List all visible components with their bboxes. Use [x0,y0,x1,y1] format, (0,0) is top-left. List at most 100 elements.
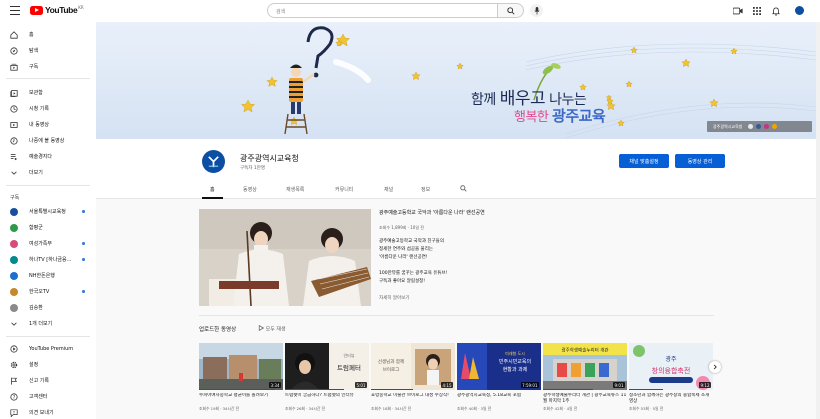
tab-videos[interactable]: 동영상 [243,186,257,193]
video-card[interactable]: 미래형 도시 민주시민교육의 현황과 과제 7:59:01 광주광역시교육청, … [457,343,541,412]
sidebar-item-history[interactable]: 시청 기록 [0,102,96,115]
video-meta: 조회수 53회 · 5일 전 [629,406,664,411]
apps-button[interactable] [752,6,762,16]
carousel-next-button[interactable] [709,361,721,373]
tab-playlists[interactable]: 재생목록 [286,186,304,193]
sidebar-sub-item[interactable]: NH한돈은행 [0,269,96,282]
sidebar-item-explore[interactable]: 탐색 [0,44,96,57]
video-card[interactable]: 광주학생예술누리터 개관 9:01 광주학생예술누리터 개관 | 광주교육뉴스 … [543,343,627,412]
play-all-label: 모두 재생 [265,326,286,333]
youtube-premium-icon [10,344,18,353]
sidebar-item-label: 여성가족부 [29,241,53,247]
video-title[interactable]: 효령중학교 미술관 브이로그 대성 수상작! [371,393,455,405]
channel-name: 광주광역시교육청 [240,154,299,163]
top-bar: YouTube KR 검색 [0,0,820,22]
play-all-button[interactable]: 모두 재생 [258,324,286,333]
video-card[interactable]: 3:34 수피아여자중학교 평균이를 돌려보기 조회수 19회 · 34시간 전 [199,343,283,412]
banner-slogan-part: 행복한 [514,110,553,125]
sidebar-sub-item[interactable]: 한국오TV [0,285,96,298]
channel-avatar[interactable] [202,150,225,173]
sidebar-item-premium[interactable]: YouTube Premium [0,342,96,355]
video-thumbnail[interactable]: 인터뷰 트럼페터 5:01 [285,343,369,390]
customize-channel-button[interactable]: 채널 맞춤설정 [619,154,669,168]
video-thumbnail[interactable]: 선생님과 함께 브이로그 4:15 [371,343,455,390]
help-icon: ? [10,392,18,401]
hamburger-menu-icon[interactable] [10,6,20,15]
video-thumbnail[interactable]: 광주학생예술누리터 개관 9:01 [543,343,627,390]
video-title[interactable]: 트럼펫이 궁금하다? 트럼펫의 인터뷰 [285,393,369,405]
sidebar-sub-item[interactable]: 하나TV [하나금융... [0,253,96,266]
video-meta: 조회수 42회 · 4일 전 [543,406,578,411]
explore-icon [10,46,18,55]
channel-search-button[interactable] [460,185,467,194]
new-content-dot [82,258,85,261]
sidebar-item-settings[interactable]: 설정 [0,358,96,371]
video-title[interactable]: 광주학생예술누리터 개관 | 광주교육뉴스 11월 마지막 1주 [543,393,627,405]
chevron-right-icon [713,364,717,370]
sidebar-item-label: 신고 기록 [29,378,49,384]
sidebar-item-feedback[interactable]: 의견 보내기 [0,406,96,419]
sidebar-item-show-more[interactable]: 더보기 [0,166,96,179]
video-title[interactable]: 수피아여자중학교 평균이를 돌려보기 [199,393,283,405]
channel-avatar [10,271,18,280]
tab-about[interactable]: 정보 [421,186,430,193]
banner-link-text[interactable]: 광주광역시교육청 [713,124,742,130]
youtube-logo[interactable]: YouTube KR [30,5,84,15]
voice-search-button[interactable] [530,4,543,17]
sidebar-item-label: 내 동영상 [29,122,49,128]
video-meta: 조회수 40회 · 3일 전 [457,406,492,411]
sidebar-item-watch-later[interactable]: 나중에 볼 동영상 [0,134,96,147]
sidebar-item-my-videos[interactable]: 내 동영상 [0,118,96,131]
uploads-section-title[interactable]: 업로드한 동영상 [199,325,236,333]
notifications-button[interactable] [771,6,781,16]
read-more-link[interactable]: 자세히 알아보기 [379,295,409,301]
page-scrollbar[interactable] [816,22,820,419]
kakao-icon[interactable] [772,124,778,129]
sidebar-item-more-subs[interactable]: 1개 더보기 [0,317,96,330]
sidebar-sub-item[interactable]: 김승환 [0,301,96,314]
sidebar: 홈 탐색 구독 보관함 시청 기록 내 동영상 나중에 볼 동영상 예술경지다 … [0,22,96,419]
sidebar-sub-item[interactable]: 여성가족부 [0,237,96,250]
banner-links[interactable]: 광주광역시교육청 [707,121,812,132]
video-card[interactable]: 선생님과 함께 브이로그 4:15 효령중학교 미술관 브이로그 대성 수상작!… [371,343,455,412]
video-card[interactable]: 광주 창의융합축전 9:12 청소년과 함께하는 광주창의 융합축제 소개 영상… [629,343,713,412]
search-input[interactable]: 검색 [267,3,498,18]
sidebar-item-label: 더보기 [29,170,43,176]
search-button[interactable] [498,3,524,18]
gear-icon [10,361,18,369]
sidebar-item-report-history[interactable]: 신고 기록 [0,374,96,387]
sidebar-sub-item[interactable]: 함평군 [0,221,96,234]
featured-video-thumbnail[interactable] [199,209,371,306]
watch-progress-bar [543,388,594,390]
svg-text:브이로그: 브이로그 [383,366,400,373]
sidebar-sub-item[interactable]: 서울특별시교육청 [0,205,96,218]
create-video-button[interactable] [733,6,743,16]
video-duration: 3:34 [269,382,281,388]
video-thumbnail[interactable]: 3:34 [199,343,283,390]
tab-home[interactable]: 홈 [210,186,215,193]
video-thumbnail[interactable]: 미래형 도시 민주시민교육의 현황과 과제 7:59:01 [457,343,541,390]
instagram-icon[interactable] [764,124,770,129]
sidebar-item-subscriptions[interactable]: 구독 [0,60,96,73]
tab-channels[interactable]: 채널 [384,186,393,193]
channel-avatar [10,287,18,296]
blog-icon[interactable] [748,124,754,129]
video-card[interactable]: 인터뷰 트럼페터 5:01 트럼펫이 궁금하다? 트럼펫의 인터뷰 조회수 26… [285,343,369,412]
sidebar-item-playlist[interactable]: 예술경지다 [0,150,96,163]
new-content-dot [82,290,85,293]
manage-videos-button[interactable]: 동영상 관리 [675,154,725,168]
watch-progress-bar [629,388,663,390]
sidebar-item-home[interactable]: 홈 [0,28,96,41]
sidebar-item-library[interactable]: 보관함 [0,86,96,99]
video-thumbnail[interactable]: 광주 창의융합축전 9:12 [629,343,713,390]
banner-slogan-part: 함께 [471,92,500,108]
video-title[interactable]: 광주광역시교육청, 5.18교육 포럼 [457,393,541,405]
facebook-icon[interactable] [756,124,762,129]
featured-video-title[interactable]: 광주예술고등학교 국악과 '아름다운 나라' 랜선공연 [379,209,485,216]
account-avatar[interactable] [795,6,804,15]
sidebar-item-help[interactable]: ? 고객센터 [0,390,96,403]
svg-text:선생님과 함께: 선생님과 함께 [378,358,404,365]
tab-community[interactable]: 커뮤니티 [335,186,353,193]
sidebar-item-label: 하나TV [하나금융... [29,257,72,263]
video-title[interactable]: 청소년과 함께하는 광주창의 융합축제 소개 영상 [629,393,713,405]
